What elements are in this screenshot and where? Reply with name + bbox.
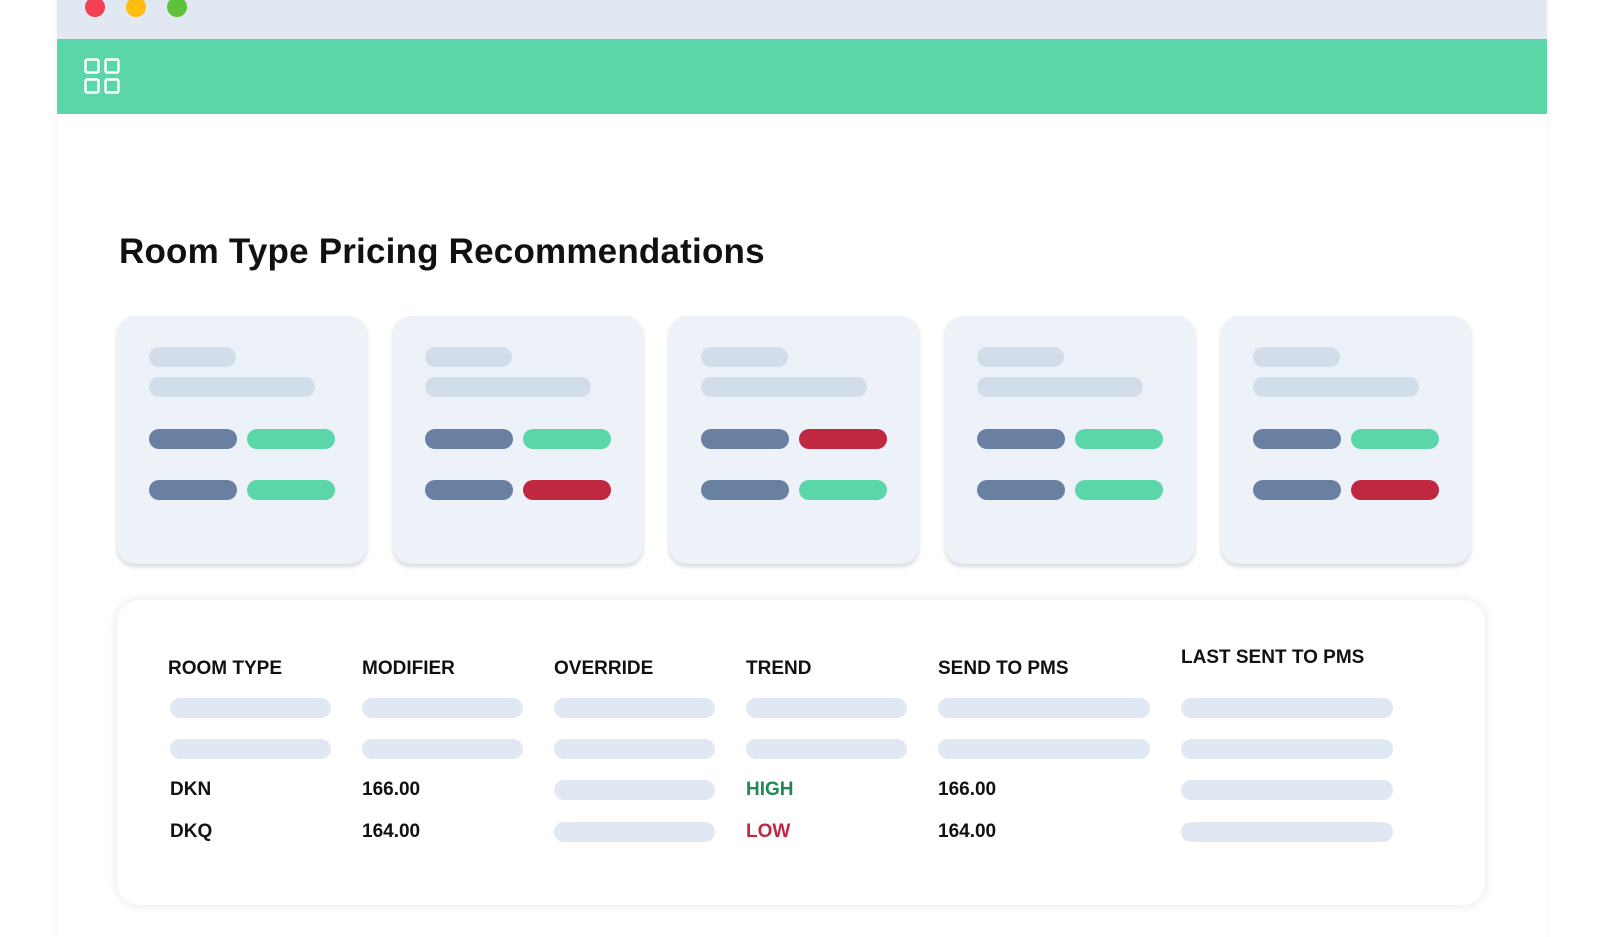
status-pill [1075,480,1163,500]
metric-label-pill [701,429,789,449]
cell-send-to-pms: 166.00 [938,779,997,800]
metric-label-pill [701,480,789,500]
metric-label-pill [149,480,237,500]
maximize-window-dot[interactable] [167,0,187,17]
skeleton-line [701,347,788,367]
recommendation-card[interactable] [393,316,643,564]
skeleton-cell [554,739,715,759]
cell-send-to-pms: 164.00 [938,821,997,842]
metric-label-pill [977,480,1065,500]
column-header-room-type[interactable]: ROOM TYPE [168,658,282,680]
skeleton-line [425,347,512,367]
skeleton-cell [1181,822,1393,842]
skeleton-cell [938,698,1150,718]
skeleton-cell [554,698,715,718]
recommendation-card[interactable] [669,316,919,564]
column-header-send-to-pms[interactable]: SEND TO PMS [938,658,1069,680]
status-pill [1351,480,1439,500]
column-header-override[interactable]: OVERRIDE [554,658,653,680]
status-pill [799,429,887,449]
skeleton-line [425,377,591,397]
skeleton-line [149,377,315,397]
skeleton-cell [170,739,331,759]
cell-modifier: 166.00 [362,779,421,800]
recommendation-card[interactable] [1221,316,1471,564]
status-pill [799,480,887,500]
recommendation-card[interactable] [945,316,1195,564]
skeleton-line [977,377,1143,397]
metric-label-pill [149,429,237,449]
status-pill [523,480,611,500]
metric-label-pill [425,429,513,449]
skeleton-cell [362,739,523,759]
cell-room-type: DKN [170,779,212,800]
window-titlebar [57,0,1547,39]
skeleton-cell [938,739,1150,759]
skeleton-cell [554,780,715,800]
cell-trend: LOW [746,821,791,842]
browser-window: Room Type Pricing Recommendations ROOM T… [57,0,1547,937]
skeleton-cell [1181,739,1393,759]
metric-label-pill [425,480,513,500]
skeleton-line [701,377,867,397]
column-header-last-sent-to-pms[interactable]: LAST SENT TO PMS [1181,647,1364,669]
skeleton-cell [362,698,523,718]
skeleton-line [149,347,236,367]
skeleton-cell [170,698,331,718]
status-pill [247,480,335,500]
skeleton-line [1253,347,1340,367]
column-header-modifier[interactable]: MODIFIER [362,658,455,680]
status-pill [523,429,611,449]
cell-trend: HIGH [746,779,794,800]
skeleton-cell [746,698,907,718]
status-pill [1351,429,1439,449]
metric-label-pill [1253,480,1341,500]
cell-modifier: 164.00 [362,821,421,842]
status-pill [1075,429,1163,449]
skeleton-line [1253,377,1419,397]
skeleton-cell [554,822,715,842]
minimize-window-dot[interactable] [126,0,146,17]
skeleton-cell [1181,780,1393,800]
metric-label-pill [1253,429,1341,449]
grid-icon[interactable] [84,58,120,94]
column-header-trend[interactable]: TREND [746,658,811,680]
skeleton-cell [1181,698,1393,718]
app-header-bar [57,39,1547,114]
skeleton-cell [746,739,907,759]
recommendation-card[interactable] [117,316,367,564]
skeleton-line [977,347,1064,367]
metric-label-pill [977,429,1065,449]
pricing-table: ROOM TYPE MODIFIER OVERRIDE TREND SEND T… [117,600,1485,905]
page-title: Room Type Pricing Recommendations [119,232,765,271]
status-pill [247,429,335,449]
close-window-dot[interactable] [85,0,105,17]
cell-room-type: DKQ [170,821,213,842]
